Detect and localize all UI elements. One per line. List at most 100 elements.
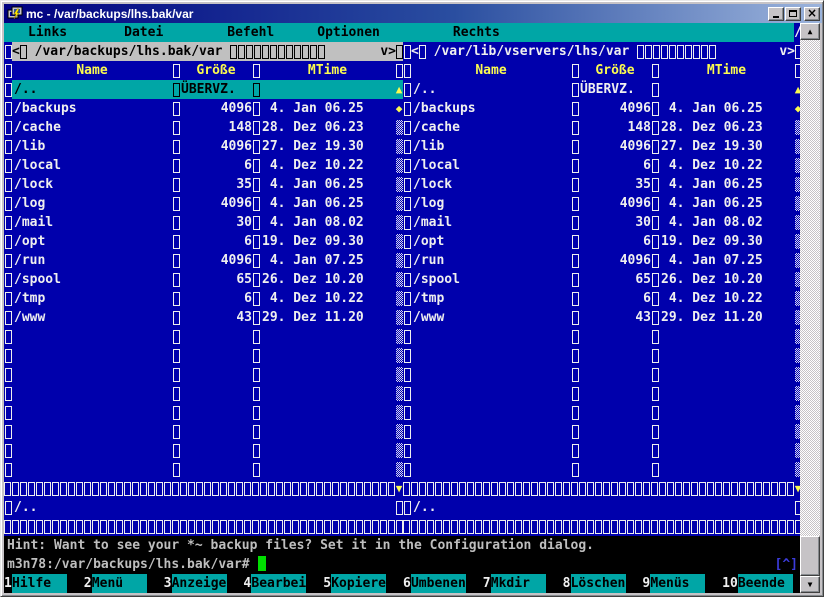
left-panel-path-bar[interactable]: < /var/backups/lhs.bak/var v> (12, 42, 403, 61)
table-row[interactable] (4, 365, 403, 384)
table-row[interactable]: /cache 148 28. Dez 06.23 (403, 118, 802, 137)
file-name[interactable]: /opt (411, 232, 571, 251)
file-name[interactable] (411, 460, 571, 479)
maximize-button[interactable] (785, 7, 801, 21)
file-name[interactable] (12, 365, 172, 384)
table-row[interactable]: /spool 65 26. Dez 10.20 (403, 270, 802, 289)
scroll-track[interactable] (396, 158, 403, 173)
scrollbar-down-button[interactable]: ▼ (800, 576, 820, 593)
table-row[interactable]: /backups 4096 4. Jan 06.25 ◆ (403, 99, 802, 118)
file-name[interactable]: /local (411, 156, 571, 175)
scroll-track[interactable] (396, 253, 403, 268)
fkey-button[interactable]: 3 Anzeige (164, 574, 244, 593)
scroll-track[interactable] (396, 329, 403, 344)
table-row[interactable]: /www 43 29. Dez 11.20 (403, 308, 802, 327)
table-row[interactable] (4, 403, 403, 422)
title-bar[interactable]: mc - /var/backups/lhs.bak/var × (4, 4, 822, 23)
file-name[interactable]: /.. (411, 80, 571, 99)
table-row[interactable]: /lock 35 4. Jan 06.25 (4, 175, 403, 194)
file-name[interactable] (12, 327, 172, 346)
command-line[interactable]: m3n78:/var/backups/lhs.bak/var#[^] (4, 555, 802, 574)
panel-scrollbar-cell[interactable] (395, 403, 403, 422)
table-row[interactable] (403, 327, 802, 346)
file-name[interactable] (411, 441, 571, 460)
scroll-down-icon[interactable]: ▼ (395, 482, 403, 495)
panel-scrollbar-cell[interactable] (395, 213, 403, 232)
scroll-track[interactable] (396, 215, 403, 230)
file-name[interactable] (12, 403, 172, 422)
panel-scrollbar-cell[interactable] (395, 422, 403, 441)
table-row[interactable]: /spool 65 26. Dez 10.20 (4, 270, 403, 289)
file-name[interactable] (12, 460, 172, 479)
table-row[interactable]: /log 4096 4. Jan 06.25 (403, 194, 802, 213)
scroll-track[interactable] (396, 272, 403, 287)
table-row[interactable]: /opt 6 19. Dez 09.30 (403, 232, 802, 251)
file-name[interactable]: /lib (411, 137, 571, 156)
panel-scrollbar-cell[interactable] (395, 175, 403, 194)
table-row[interactable]: /opt 6 19. Dez 09.30 (4, 232, 403, 251)
table-row[interactable]: /tmp 6 4. Dez 10.22 (403, 289, 802, 308)
table-row[interactable]: /lib 4096 27. Dez 19.30 (403, 137, 802, 156)
table-row[interactable]: /lib 4096 27. Dez 19.30 (4, 137, 403, 156)
scroll-track[interactable] (396, 177, 403, 192)
file-name[interactable]: /run (12, 251, 172, 270)
file-name[interactable]: /www (411, 308, 571, 327)
file-name[interactable]: /lock (12, 175, 172, 194)
file-name[interactable] (411, 327, 571, 346)
table-row[interactable]: /backups 4096 4. Jan 06.25 ◆ (4, 99, 403, 118)
panel-scrollbar-cell[interactable] (395, 270, 403, 289)
file-name[interactable] (12, 346, 172, 365)
file-name[interactable]: /tmp (12, 289, 172, 308)
history-dropdown-arrow[interactable]: v> (380, 42, 396, 61)
file-name[interactable]: /local (12, 156, 172, 175)
scroll-track[interactable] (396, 348, 403, 363)
menu-links[interactable]: Links (28, 23, 67, 42)
column-header-mtime[interactable]: MTime (260, 61, 395, 80)
table-row[interactable]: /log 4096 4. Jan 06.25 (4, 194, 403, 213)
panel-scrollbar-cell[interactable] (395, 460, 403, 479)
menu-datei[interactable]: Datei (124, 23, 163, 42)
menu-befehl[interactable]: Befehl (227, 23, 274, 42)
table-row[interactable] (403, 346, 802, 365)
history-dropdown-arrow[interactable]: v> (779, 42, 795, 61)
scroll-track[interactable] (396, 462, 403, 477)
file-name[interactable] (411, 384, 571, 403)
fkey-button[interactable]: 7 Mkdir (483, 574, 563, 593)
table-row[interactable]: /tmp 6 4. Dez 10.22 (4, 289, 403, 308)
close-button[interactable]: × (804, 7, 820, 21)
panel-scrollbar-cell[interactable] (395, 346, 403, 365)
file-name[interactable]: /.. (12, 80, 172, 99)
table-row[interactable]: /www 43 29. Dez 11.20 (4, 308, 403, 327)
right-panel-path[interactable]: /var/lib/vservers/lhs/var (426, 42, 637, 61)
table-row[interactable]: /run 4096 4. Jan 07.25 (403, 251, 802, 270)
panel-scrollbar-cell[interactable] (395, 251, 403, 270)
file-name[interactable]: /lib (12, 137, 172, 156)
table-row[interactable]: /.. ÜBERVZ. ▲ (4, 80, 403, 99)
panel-scrollbar-cell[interactable] (395, 441, 403, 460)
table-row[interactable]: /cache 148 28. Dez 06.23 (4, 118, 403, 137)
scrollbar-up-button[interactable]: ▲ (800, 23, 820, 40)
right-panel-path-bar[interactable]: < /var/lib/vservers/lhs/var v> (411, 42, 802, 61)
table-row[interactable]: /mail 30 4. Jan 08.02 (4, 213, 403, 232)
fkey-button[interactable]: 8 Löschen (563, 574, 643, 593)
scroll-track[interactable] (396, 120, 403, 135)
file-name[interactable] (12, 422, 172, 441)
file-name[interactable]: /mail (411, 213, 571, 232)
column-header-size[interactable]: Größe (180, 61, 252, 80)
minimize-button[interactable] (768, 7, 784, 21)
file-name[interactable]: /opt (12, 232, 172, 251)
scroll-up-icon[interactable]: ▲ (395, 80, 403, 99)
table-row[interactable] (4, 441, 403, 460)
table-row[interactable] (403, 422, 802, 441)
column-header-size[interactable]: Größe (579, 61, 651, 80)
scroll-track[interactable] (396, 405, 403, 420)
menu-rechts[interactable]: Rechts (453, 23, 500, 42)
window-scrollbar[interactable]: ▲ ▼ (800, 23, 820, 593)
table-row[interactable] (4, 384, 403, 403)
fkey-button[interactable]: 10 Beende (722, 574, 802, 593)
file-name[interactable]: /www (12, 308, 172, 327)
table-row[interactable] (4, 460, 403, 479)
history-prev-arrow[interactable]: < (12, 42, 20, 61)
table-row[interactable]: /mail 30 4. Jan 08.02 (403, 213, 802, 232)
panel-scrollbar-cell[interactable] (395, 156, 403, 175)
